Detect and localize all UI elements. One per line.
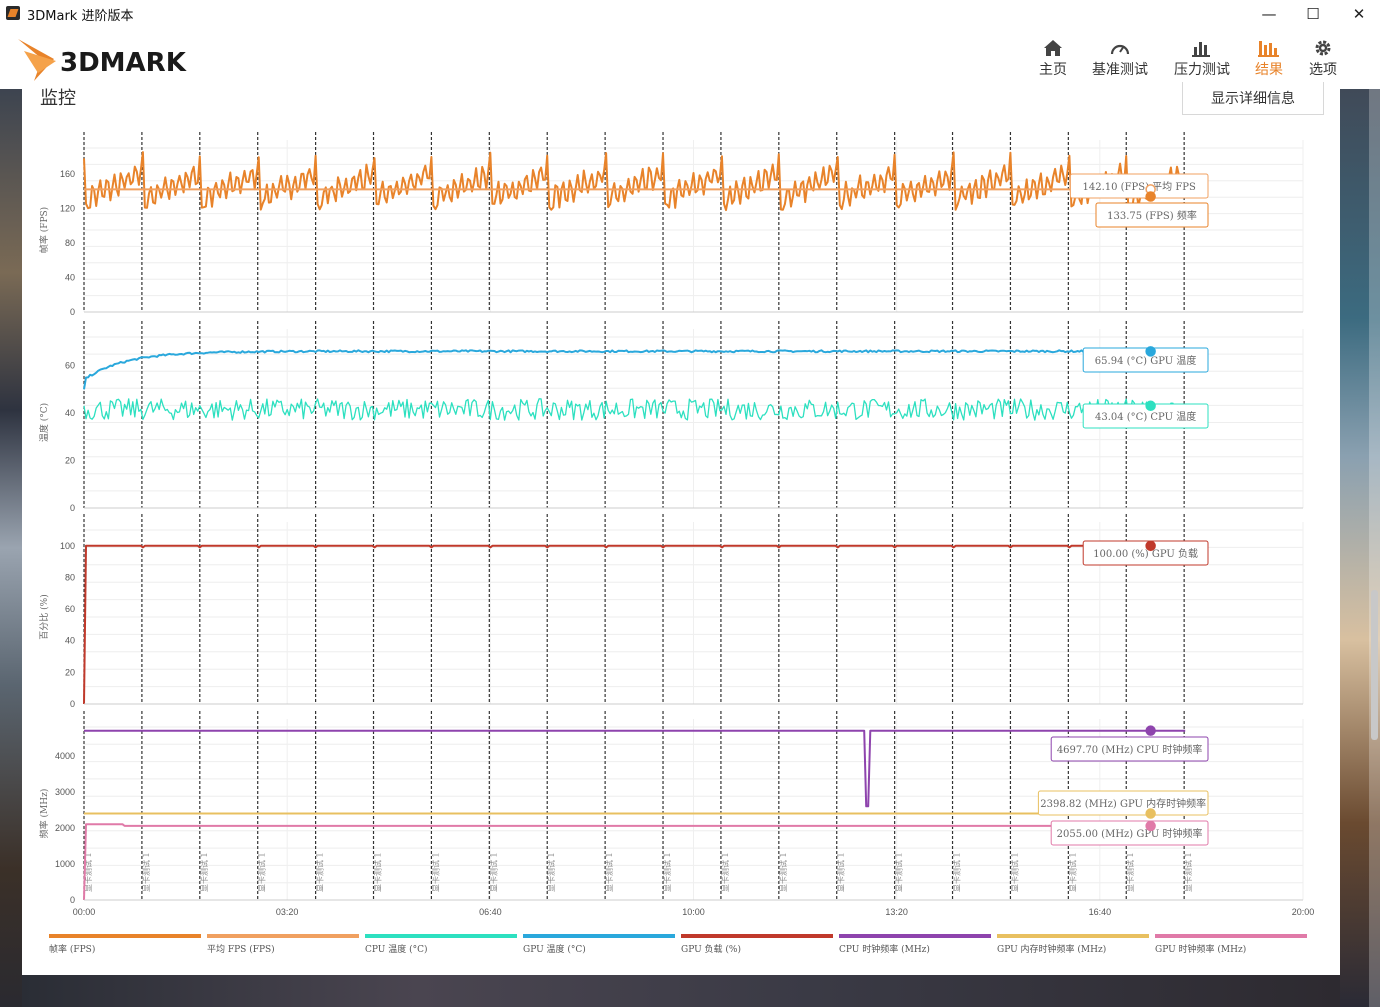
loop-label: 显卡测试 1 (199, 852, 209, 892)
x-tick-label: 03:20 (276, 907, 299, 917)
y-tick-label: 0 (70, 699, 75, 709)
x-tick-label: 20:00 (1292, 907, 1315, 917)
loop-label: 显卡测试 1 (1009, 852, 1019, 892)
y-tick-label: 20 (65, 456, 75, 466)
y-tick-label: 80 (65, 238, 75, 248)
vertical-scrollbar[interactable] (1369, 89, 1380, 1007)
value-tooltip-text: 100.00 (%) GPU 负载 (1093, 547, 1198, 560)
y-tick-label: 0 (70, 503, 75, 513)
y-axis-label: 百分比 (%) (38, 594, 50, 639)
loop-label: 显卡测试 1 (1067, 852, 1077, 892)
value-marker (1145, 808, 1156, 819)
series-line (83, 544, 1186, 705)
series-line (83, 823, 1186, 901)
y-axis-label: 温度 (°C) (38, 403, 50, 442)
value-tooltip-text: 142.10 (FPS) 平均 FPS (1083, 181, 1197, 193)
y-tick-label: 40 (65, 408, 75, 418)
y-tick-label: 100 (60, 541, 75, 551)
x-tick-label: 00:00 (73, 907, 96, 917)
legend-swatch (997, 934, 1149, 938)
loop-label: 显卡测试 1 (488, 852, 498, 892)
series-line (84, 729, 1186, 808)
loop-label: 显卡测试 1 (546, 852, 556, 892)
y-tick-label: 20 (65, 667, 75, 677)
loop-label: 显卡测试 1 (141, 852, 151, 892)
x-tick-label: 06:40 (479, 907, 502, 917)
y-tick-label: 60 (65, 604, 75, 614)
legend-label: GPU 温度 (°C) (523, 943, 586, 955)
y-tick-label: 40 (65, 272, 75, 282)
value-tooltip-text: 65.94 (°C) GPU 温度 (1095, 354, 1197, 367)
y-tick-label: 160 (60, 169, 75, 179)
legend-label: 帧率 (FPS) (49, 943, 95, 955)
y-tick-label: 40 (65, 636, 75, 646)
series-line (83, 349, 1186, 390)
legend-swatch (681, 934, 833, 938)
y-tick-label: 1000 (55, 859, 75, 869)
y-tick-label: 3000 (55, 787, 75, 797)
legend-label: GPU 时钟频率 (MHz) (1155, 943, 1246, 955)
scrollbar-thumb[interactable] (1371, 590, 1378, 740)
y-axis-label: 频率 (MHz) (38, 789, 50, 839)
loop-label: 显卡测试 1 (778, 852, 788, 892)
y-tick-label: 120 (60, 203, 75, 213)
legend-swatch (207, 934, 359, 938)
value-tooltip-text: 133.75 (FPS) 频率 (1107, 209, 1197, 222)
loop-label: 显卡测试 1 (315, 852, 325, 892)
value-tooltip-text: 43.04 (°C) CPU 温度 (1095, 410, 1196, 423)
legend-swatch (1155, 934, 1307, 938)
legend-label: GPU 内存时钟频率 (MHz) (997, 943, 1106, 955)
value-marker (1145, 725, 1156, 736)
loop-label: 显卡测试 1 (836, 852, 846, 892)
y-axis-label: 帧率 (FPS) (38, 207, 50, 253)
loop-label: 显卡测试 1 (1125, 852, 1135, 892)
y-tick-label: 0 (70, 307, 75, 317)
value-tooltip-text: 2398.82 (MHz) GPU 内存时钟频率 (1040, 797, 1206, 810)
x-tick-label: 13:20 (885, 907, 908, 917)
legend-label: CPU 温度 (°C) (365, 943, 428, 955)
y-tick-label: 4000 (55, 751, 75, 761)
legend-swatch (365, 934, 517, 938)
series-line (83, 398, 1186, 421)
legend-swatch (839, 934, 991, 938)
y-tick-label: 2000 (55, 823, 75, 833)
y-tick-label: 60 (65, 361, 75, 371)
value-marker (1145, 400, 1156, 412)
legend-swatch (49, 934, 201, 938)
loop-label: 显卡测试 1 (662, 852, 672, 892)
x-tick-label: 16:40 (1089, 907, 1112, 917)
value-tooltip-text: 2055.00 (MHz) GPU 时钟频率 (1057, 827, 1203, 840)
loop-label: 显卡测试 1 (894, 852, 904, 892)
y-tick-label: 0 (70, 895, 75, 905)
value-marker (1145, 346, 1156, 357)
legend-label: 平均 FPS (FPS) (207, 943, 275, 955)
loop-label: 显卡测试 1 (1183, 852, 1193, 892)
legend-label: GPU 负载 (%) (681, 943, 741, 955)
loop-label: 显卡测试 1 (952, 852, 962, 892)
loop-label: 显卡测试 1 (430, 852, 440, 892)
x-tick-label: 10:00 (682, 907, 705, 917)
legend-label: CPU 时钟频率 (MHz) (839, 943, 930, 955)
loop-label: 显卡测试 1 (720, 852, 730, 892)
value-marker (1145, 820, 1156, 832)
y-tick-label: 80 (65, 572, 75, 582)
monitoring-chart[interactable]: 显卡测试 1 显卡测试 1 显卡测试 1 显卡测试 1 显卡测试 1 显卡测试 1 显卡测试… (0, 0, 1380, 1007)
loop-label: 显卡测试 1 (257, 852, 267, 892)
legend-swatch (523, 934, 675, 938)
value-tooltip-text: 4697.70 (MHz) CPU 时钟频率 (1057, 743, 1203, 756)
value-marker (1145, 540, 1156, 552)
loop-label: 显卡测试 1 (373, 852, 383, 892)
value-marker (1145, 191, 1156, 202)
loop-label: 显卡测试 1 (604, 852, 614, 892)
